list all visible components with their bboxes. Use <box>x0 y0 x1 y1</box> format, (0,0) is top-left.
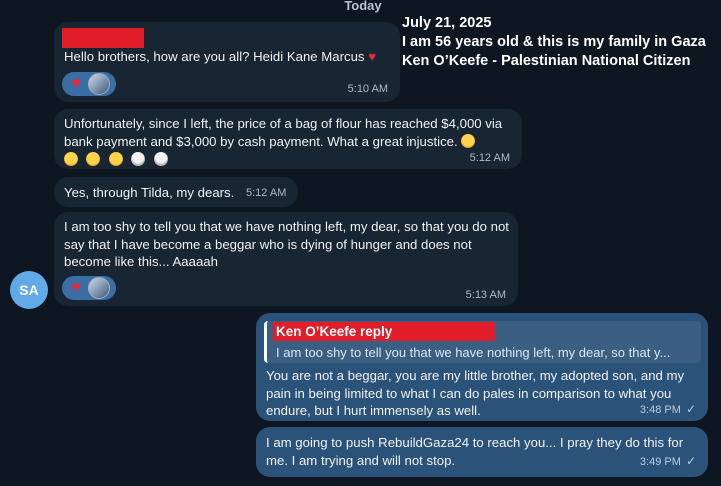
message-time: 5:10 AM <box>347 83 388 95</box>
message-time: 3:48 PM ✓ <box>640 402 696 416</box>
caption-author-line: Ken O’Keefe - Palestinian National Citiz… <box>402 53 691 69</box>
skull-icon <box>153 152 168 166</box>
message-bubble[interactable]: I am too shy to tell you that we have no… <box>54 212 518 306</box>
reaction-bar[interactable]: ♥ <box>62 276 116 300</box>
crying-face-icon <box>108 152 123 166</box>
reactor-avatar <box>88 73 110 95</box>
message-bubble[interactable]: Yes, through Tilda, my dears. 5:12 AM <box>54 177 298 207</box>
sender-avatar[interactable]: SA <box>10 271 48 309</box>
message-text-content: Hello brothers, how are you all? Heidi K… <box>64 49 365 64</box>
message-text: You are not a beggar, you are my little … <box>266 368 685 418</box>
message-time: 5:13 AM <box>465 289 506 301</box>
message-time: 5:12 AM <box>469 152 510 164</box>
reply-preview[interactable]: Ken O’Keefe reply I am too shy to tell y… <box>264 321 701 363</box>
reply-label: Ken O’Keefe reply <box>276 324 393 339</box>
emoji-row <box>64 151 172 167</box>
caption-date: July 21, 2025 <box>402 15 492 31</box>
message-text-content: Unfortunately, since I left, the price o… <box>64 116 503 149</box>
date-separator: Today <box>344 0 382 13</box>
message-time: 5:12 AM <box>246 187 287 199</box>
message-text: Unfortunately, since I left, the price o… <box>64 115 514 150</box>
message-time-text: 3:49 PM <box>639 456 681 468</box>
crying-face-icon <box>64 152 78 166</box>
message-bubble[interactable]: Unfortunately, since I left, the price o… <box>54 109 522 169</box>
message-text: I am going to push RebuildGaza24 to reac… <box>266 435 684 468</box>
message-text: I am too shy to tell you that we have no… <box>64 219 509 269</box>
redaction-bar <box>62 28 144 48</box>
broken-heart-icon: ♥ <box>368 49 377 64</box>
reactor-avatar <box>88 277 110 299</box>
message-time: 3:49 PM ✓ <box>640 454 696 468</box>
outgoing-message-bubble[interactable]: I am going to push RebuildGaza24 to reac… <box>256 427 708 477</box>
sent-check-icon: ✓ <box>685 402 696 416</box>
reply-quote: I am too shy to tell you that we have no… <box>276 345 671 360</box>
message-time-text: 3:48 PM <box>639 404 681 416</box>
crying-face-icon <box>86 152 101 166</box>
message-text: Hello brothers, how are you all? Heidi K… <box>64 48 394 66</box>
caption-age-line: I am 56 years old & this is my family in… <box>402 34 706 50</box>
heart-reaction-icon: ♥ <box>71 75 81 92</box>
outgoing-message-bubble[interactable]: Ken O’Keefe reply I am too shy to tell y… <box>256 313 708 421</box>
skull-crossbones-icon <box>131 152 146 166</box>
reaction-bar[interactable]: ♥ <box>62 72 116 96</box>
sent-check-icon: ✓ <box>685 454 696 468</box>
message-bubble[interactable]: Hello brothers, how are you all? Heidi K… <box>54 22 400 102</box>
message-text: Yes, through Tilda, my dears. <box>64 185 235 200</box>
heart-reaction-icon: ♥ <box>71 279 81 296</box>
sleepy-face-icon <box>461 133 476 148</box>
caption-overlay: July 21, 2025 I am 56 years old & this i… <box>402 14 718 71</box>
